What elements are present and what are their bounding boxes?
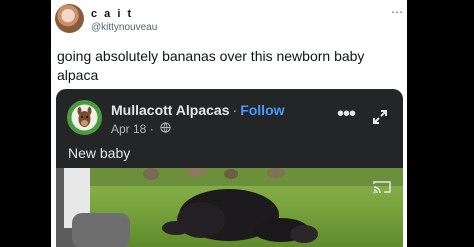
cast-icon[interactable]: [373, 180, 391, 194]
separator-dot: ·: [232, 102, 238, 118]
tweet-text: going absolutely bananas over this newbo…: [57, 48, 365, 83]
expand-icon[interactable]: [372, 109, 388, 125]
avatar[interactable]: [55, 4, 84, 33]
more-options-icon[interactable]: •••: [337, 104, 356, 124]
alpaca-logo-icon: [67, 100, 102, 135]
page-name-row: Mullacott Alpacas · Follow: [111, 102, 285, 118]
globe-icon: [160, 122, 171, 136]
author-handle[interactable]: @kittynouveau: [91, 22, 157, 33]
embedded-video[interactable]: Mullacott Alpacas · Follow Apr 18 · ••• Ne…: [56, 89, 403, 247]
more-icon[interactable]: ⋯: [391, 5, 403, 19]
post-text: New baby: [68, 145, 131, 161]
follow-button[interactable]: Follow: [240, 102, 284, 118]
video-frame[interactable]: [56, 168, 403, 247]
post-date[interactable]: Apr 18 ·: [111, 122, 154, 136]
tweet-card: c a i t @kittynouveau ⋯ going absolutely…: [51, 0, 407, 247]
alpaca-video-image: [56, 168, 403, 247]
post-meta: Apr 18 ·: [111, 122, 171, 136]
page-avatar[interactable]: [67, 100, 102, 135]
page-name[interactable]: Mullacott Alpacas: [111, 102, 230, 118]
author-name[interactable]: c a i t: [91, 8, 133, 20]
